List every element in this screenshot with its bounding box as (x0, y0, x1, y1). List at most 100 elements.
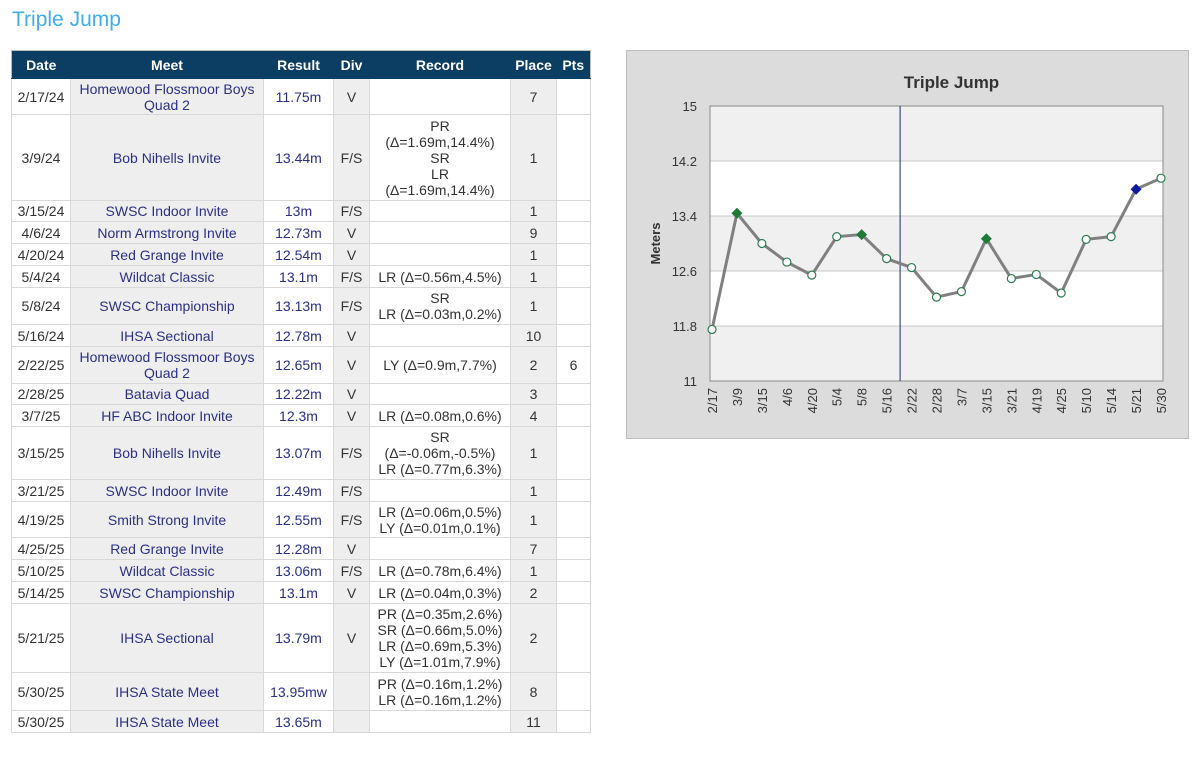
meet-link[interactable]: Bob Nihells Invite (70, 426, 264, 480)
record-cell: LR (Δ=0.56m,4.5%) (369, 265, 511, 288)
pts-cell (556, 710, 591, 733)
meet-link[interactable]: Homewood Flossmoor Boys Quad 2 (70, 78, 264, 115)
record-cell (369, 383, 511, 405)
meet-link[interactable]: Smith Strong Invite (70, 501, 264, 538)
y-tick-label: 11 (684, 374, 698, 389)
plot-band (710, 326, 1163, 381)
result-link[interactable]: 13.07m (263, 426, 334, 480)
date-cell: 5/30/25 (11, 672, 71, 711)
meet-link[interactable]: SWSC Indoor Invite (70, 479, 264, 502)
record-line: LR (Δ=0.56m,4.5%) (378, 268, 502, 285)
result-link[interactable]: 13.95mw (263, 672, 334, 711)
data-point (807, 270, 817, 280)
meet-link[interactable]: Homewood Flossmoor Boys Quad 2 (70, 346, 264, 384)
y-tick-label: 13.4 (672, 209, 697, 224)
y-tick-label: 12.6 (672, 264, 697, 279)
date-cell: 5/4/24 (11, 265, 71, 288)
place-cell: 10 (510, 324, 557, 347)
data-point (1106, 232, 1116, 242)
x-tick-label: 4/25 (1054, 388, 1069, 413)
result-link[interactable]: 12.54m (263, 243, 334, 266)
result-link[interactable]: 12.22m (263, 383, 334, 405)
data-point (1056, 288, 1066, 298)
pts-cell (556, 78, 591, 115)
result-link[interactable]: 12.49m (263, 479, 334, 502)
result-link[interactable]: 12.65m (263, 346, 334, 384)
date-cell: 3/15/24 (11, 200, 71, 222)
x-tick-label: 3/9 (730, 388, 745, 406)
x-tick-label: 5/10 (1079, 388, 1094, 413)
x-tick-label: 4/6 (780, 388, 795, 406)
result-link[interactable]: 12.78m (263, 324, 334, 347)
record-line: LY (Δ=0.9m,7.7%) (383, 357, 497, 373)
result-link[interactable]: 12.28m (263, 537, 334, 560)
date-cell: 4/6/24 (11, 221, 71, 244)
table-row: 3/9/24 Bob Nihells Invite 13.44m F/S PR (Δ=1.… (11, 114, 591, 201)
record-cell: PR (Δ=0.35m,2.6%) SR (Δ=0.66m,5.0%) LR (Δ=… (369, 603, 511, 673)
x-tick-label: 4/20 (805, 388, 820, 413)
div-cell: F/S (333, 501, 370, 538)
result-link[interactable]: 13.1m (263, 265, 334, 288)
result-link[interactable]: 13.1m (263, 581, 334, 604)
result-link[interactable]: 13.13m (263, 287, 334, 325)
meet-link[interactable]: Wildcat Classic (70, 265, 264, 288)
table-row: 4/20/24 Red Grange Invite 12.54m V 1 (11, 243, 591, 266)
data-point (782, 257, 792, 267)
header-date[interactable]: Date (11, 50, 71, 79)
table-row: 5/30/25 IHSA State Meet 13.95mw PR (Δ=0.16m… (11, 672, 591, 711)
header-place[interactable]: Place (510, 50, 557, 79)
triple-jump-chart: 11 11.8 12.6 13.4 14.2 15 Triple Jump Meters 2/1… (648, 73, 1169, 413)
table-row: 4/19/25 Smith Strong Invite 12.55m F/S LR (Δ… (11, 501, 591, 538)
x-tick-label: 3/7 (954, 388, 969, 406)
div-cell: F/S (333, 265, 370, 288)
date-cell: 5/8/24 (11, 287, 71, 325)
result-link[interactable]: 12.3m (263, 404, 334, 427)
pts-cell (556, 426, 591, 480)
result-link[interactable]: 13.06m (263, 559, 334, 582)
meet-link[interactable]: Bob Nihells Invite (70, 114, 264, 201)
result-link[interactable]: 13.79m (263, 603, 334, 673)
result-link[interactable]: 12.55m (263, 501, 334, 538)
date-cell: 5/21/25 (11, 603, 71, 673)
header-pts[interactable]: Pts (556, 50, 591, 79)
table-row: 3/15/25 Bob Nihells Invite 13.07m F/S SR (Δ=-… (11, 426, 591, 480)
header-div[interactable]: Div (333, 50, 370, 79)
meet-link[interactable]: Norm Armstrong Invite (70, 221, 264, 244)
header-record[interactable]: Record (369, 50, 511, 79)
result-link[interactable]: 12.73m (263, 221, 334, 244)
pts-cell (556, 383, 591, 405)
header-result[interactable]: Result (263, 50, 334, 79)
meet-link[interactable]: Red Grange Invite (70, 243, 264, 266)
place-cell: 1 (510, 559, 557, 582)
place-cell: 3 (510, 383, 557, 405)
header-meet[interactable]: Meet (70, 50, 264, 79)
meet-link[interactable]: SWSC Championship (70, 287, 264, 325)
meet-link[interactable]: Red Grange Invite (70, 537, 264, 560)
record-line: (Δ=-0.06m,-0.5%) (384, 445, 496, 461)
div-cell (333, 672, 370, 711)
result-link[interactable]: 13.65m (263, 710, 334, 733)
table-row: 5/10/25 Wildcat Classic 13.06m F/S LR (Δ=0.7… (11, 559, 591, 582)
place-cell: 4 (510, 404, 557, 427)
meet-link[interactable]: IHSA Sectional (70, 324, 264, 347)
meet-link[interactable]: SWSC Indoor Invite (70, 200, 264, 222)
record-cell: LR (Δ=0.04m,0.3%) (369, 581, 511, 604)
meet-link[interactable]: IHSA State Meet (70, 672, 264, 711)
result-link[interactable]: 13.44m (263, 114, 334, 201)
record-cell: LR (Δ=0.08m,0.6%) (369, 404, 511, 427)
date-cell: 4/19/25 (11, 501, 71, 538)
data-point (1006, 273, 1016, 284)
x-tick-label: 4/19 (1029, 388, 1044, 413)
meet-link[interactable]: HF ABC Indoor Invite (70, 404, 264, 427)
meet-link[interactable]: Batavia Quad (70, 383, 264, 405)
meet-link[interactable]: SWSC Championship (70, 581, 264, 604)
x-tick-label: 3/21 (1004, 388, 1019, 413)
page-title: Triple Jump (12, 8, 121, 31)
result-link[interactable]: 13m (263, 200, 334, 222)
table-row: 3/21/25 SWSC Indoor Invite 12.49m F/S 1 (11, 479, 591, 502)
div-cell: F/S (333, 114, 370, 201)
meet-link[interactable]: IHSA Sectional (70, 603, 264, 673)
meet-link[interactable]: IHSA State Meet (70, 710, 264, 733)
meet-link[interactable]: Wildcat Classic (70, 559, 264, 582)
result-link[interactable]: 11.75m (263, 78, 334, 115)
